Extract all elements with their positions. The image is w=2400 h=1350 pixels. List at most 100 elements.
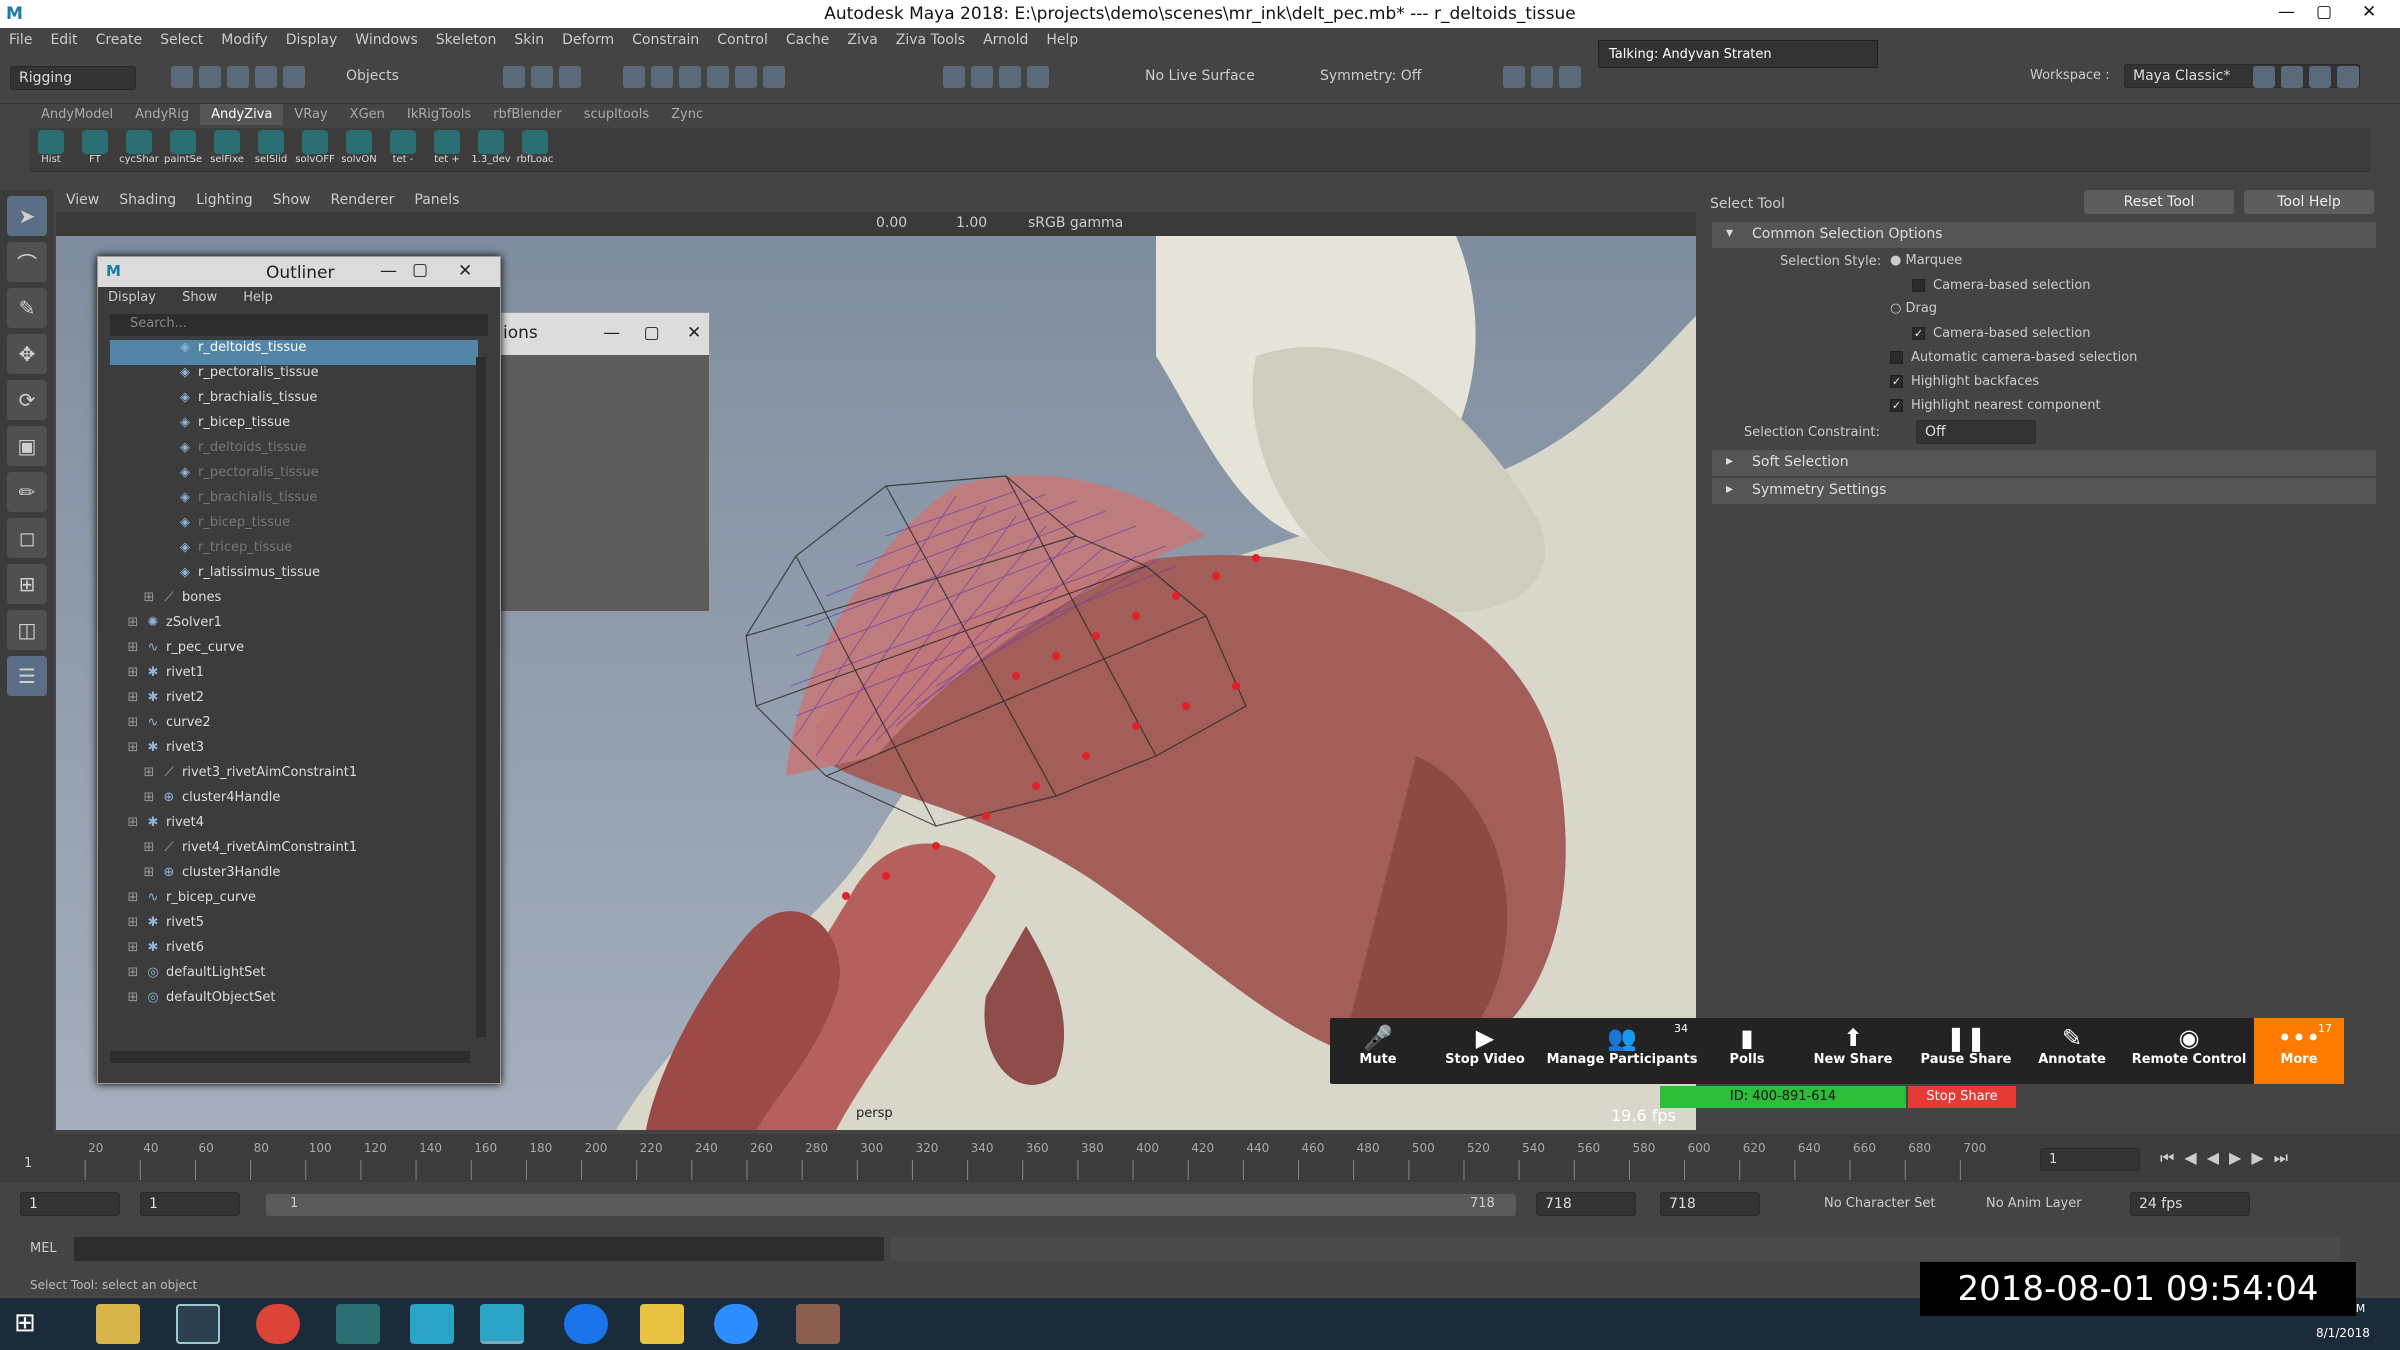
outliner-item[interactable]: ⊞ ∿ r_bicep_curve [110,890,478,915]
playback-controls[interactable]: ⏮◀◀▶▶⏭ [2160,1148,2298,1168]
expand-toggle-icon[interactable] [158,366,172,380]
lasso-tool-icon[interactable]: ⌒ [7,242,47,282]
outliner-item[interactable]: ⊞ ✱ rivet2 [110,690,478,715]
menu-arnold[interactable]: Arnold [974,28,1037,52]
menu-windows[interactable]: Windows [346,28,427,52]
outliner-item[interactable]: ⊞ ⊕ cluster3Handle [110,865,478,890]
menu-edit[interactable]: Edit [41,28,86,52]
shelf-button[interactable]: 1.3_dev [470,128,512,170]
live-surface-label[interactable]: No Live Surface [1145,68,1255,84]
outliner-item[interactable]: ◈ r_tricep_tissue [110,540,478,565]
select-component-icon[interactable] [559,66,581,88]
menu-ziva[interactable]: Ziva [838,28,886,52]
start-time-field[interactable]: 1 [20,1192,120,1216]
highlight-nearest-checkbox[interactable]: ✓ Highlight nearest component [1890,398,2101,413]
chrome-icon[interactable] [256,1304,300,1344]
shelf-button[interactable]: Hist [30,128,72,170]
zoom-polls-button[interactable]: ▮ Polls [1700,1018,1794,1084]
outliner-item[interactable]: ⊞ ⟋ rivet3_rivetAimConstraint1 [110,765,478,790]
new-scene-icon[interactable] [171,66,193,88]
snap-curve-icon[interactable] [651,66,673,88]
shelf-button[interactable]: solvON [338,128,380,170]
soft-selection-section[interactable]: ▸ Soft Selection [1712,450,2376,476]
zoom-stop-video-button[interactable]: ▶ Stop Video [1426,1018,1544,1084]
expand-toggle-icon[interactable] [158,341,172,355]
houdini-icon[interactable] [336,1304,380,1344]
expand-toggle-icon[interactable] [158,416,172,430]
shelf-tab-xgen[interactable]: XGen [339,104,396,125]
snap-grid-icon[interactable] [623,66,645,88]
common-selection-section[interactable]: ▾ Common Selection Options [1712,222,2376,248]
stop-share-button[interactable]: Stop Share [1908,1086,2016,1108]
outliner-item[interactable]: ⊞ ✱ rivet4 [110,815,478,840]
bg-minimize-icon[interactable]: — [603,323,620,343]
input-ops-icon[interactable] [971,66,993,88]
symmetry-dropdown[interactable]: Symmetry: Off [1320,68,1421,84]
outliner-item[interactable]: ⊞ ⟋ rivet4_rivetAimConstraint1 [110,840,478,865]
shelf-button[interactable]: FT [74,128,116,170]
shelf-button[interactable]: rbfLoac [514,128,556,170]
rotate-tool-icon[interactable]: ⟳ [7,380,47,420]
shelf-button[interactable]: solvOFF [294,128,336,170]
outliner-item[interactable]: ⊞ ⟋ bones [110,590,478,615]
zoom-mute-button[interactable]: 🎤 Mute [1330,1018,1426,1084]
outliner-item[interactable]: ◈ r_brachialis_tissue [110,390,478,415]
marquee-radio[interactable]: ● Marquee [1890,253,1962,268]
snap-view-icon[interactable] [707,66,729,88]
expand-toggle-icon[interactable]: ⊞ [142,790,156,805]
outliner-item[interactable]: ◈ r_pectoralis_tissue [110,365,478,390]
expand-toggle-icon[interactable] [158,466,172,480]
time-slider[interactable]: 20 40 60 80 100 120 140 160 180 200 220 240 260 280 30… [0,1134,2400,1182]
snap-surface-icon[interactable] [735,66,757,88]
outliner-menu-show[interactable]: Show [182,290,217,305]
output-ops-icon[interactable] [999,66,1021,88]
shelf-tab-scupltools[interactable]: scupltools [573,104,660,125]
render-view-icon[interactable] [1503,66,1525,88]
fps-dropdown[interactable]: 24 fps [2130,1192,2250,1216]
render-frame-icon[interactable] [1531,66,1553,88]
scale-tool-icon[interactable]: ▣ [7,426,47,466]
exposure-value[interactable]: 0.00 [876,215,907,231]
expand-toggle-icon[interactable]: ⊞ [126,640,140,655]
symmetry-settings-section[interactable]: ▸ Symmetry Settings [1712,478,2376,504]
expand-toggle-icon[interactable]: ⊞ [126,915,140,930]
outliner-item[interactable]: ⊞ ◎ defaultLightSet [110,965,478,990]
maps-icon[interactable] [564,1304,608,1344]
save-scene-icon[interactable] [227,66,249,88]
menu-constrain[interactable]: Constrain [623,28,708,52]
colorspace-dropdown[interactable]: sRGB gamma [1028,215,1123,231]
outliner-item[interactable]: ◈ r_pectoralis_tissue [110,465,478,490]
expand-toggle-icon[interactable]: ⊞ [126,690,140,705]
camera-based-checkbox-2[interactable]: ✓ Camera-based selection [1912,326,2091,341]
playback-start-field[interactable]: 1 [140,1192,240,1216]
history-icon[interactable] [943,66,965,88]
zoom-annotate-button[interactable]: ✎ Annotate [2020,1018,2124,1084]
outliner-close-icon[interactable]: ✕ [458,261,472,281]
select-tool-icon[interactable]: ➤ [7,196,47,236]
expand-toggle-icon[interactable]: ⊞ [126,665,140,680]
outliner-item[interactable]: ⊞ ✱ rivet1 [110,665,478,690]
gamma-value[interactable]: 1.00 [956,215,987,231]
file-explorer-icon[interactable] [96,1304,140,1344]
expand-toggle-icon[interactable]: ⊞ [126,965,140,980]
outliner-titlebar[interactable]: M Outliner — ▢ ✕ [98,257,500,287]
expand-toggle-icon[interactable]: ⊞ [126,815,140,830]
expand-toggle-icon[interactable]: ⊞ [142,590,156,605]
shelf-tab-andyrig[interactable]: AndyRig [124,104,200,125]
single-view-icon[interactable]: ◻ [7,518,47,558]
shelf-button[interactable]: cycShar [118,128,160,170]
expand-toggle-icon[interactable]: ⊞ [142,840,156,855]
auto-camera-checkbox[interactable]: Automatic camera-based selection [1890,350,2137,365]
tool-help-button[interactable]: Tool Help [2244,190,2374,214]
outliner-item[interactable]: ⊞ ◎ defaultObjectSet [110,990,478,1015]
shelf-button[interactable]: tet + [426,128,468,170]
outliner-item[interactable]: ◈ r_brachialis_tissue [110,490,478,515]
select-hierarchy-icon[interactable] [503,66,525,88]
range-bar[interactable]: 1 718 [266,1194,1516,1216]
expand-toggle-icon[interactable]: ⊞ [126,740,140,755]
outliner-item[interactable]: ⊞ ⊕ cluster4Handle [110,790,478,815]
shelf-tab-vray[interactable]: VRay [283,104,338,125]
snap-vertex-icon[interactable] [763,66,785,88]
selection-constraint-dropdown[interactable]: Off [1916,420,2036,444]
outliner-item[interactable]: ⊞ ✱ rivet6 [110,940,478,965]
